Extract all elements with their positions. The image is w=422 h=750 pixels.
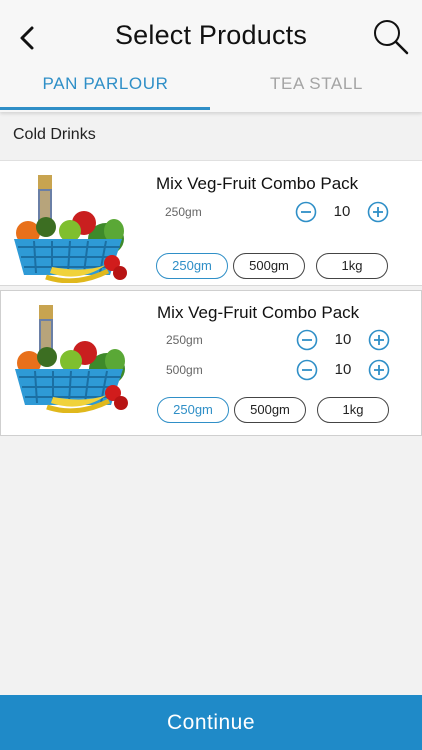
plus-circle-icon[interactable] xyxy=(368,359,390,381)
plus-circle-icon[interactable] xyxy=(367,201,389,223)
quantity-value: 10 xyxy=(333,203,351,220)
product-name: Mix Veg-Fruit Combo Pack xyxy=(156,174,359,193)
product-card: Mix Veg-Fruit Combo Pack 250gm 10 250gm … xyxy=(0,160,422,286)
page-title: Select Products xyxy=(114,20,308,50)
size-option-500gm[interactable]: 500gm xyxy=(233,253,305,279)
quantity-value: 10 xyxy=(334,331,352,348)
minus-circle-icon[interactable] xyxy=(296,329,318,351)
variant-row: 250gm 10 xyxy=(166,329,396,353)
plus-circle-icon[interactable] xyxy=(368,329,390,351)
minus-circle-icon[interactable] xyxy=(295,201,317,223)
minus-circle-icon[interactable] xyxy=(296,359,318,381)
category-tabs: PAN PARLOUR TEA STALL xyxy=(0,68,422,112)
variant-label: 250gm xyxy=(165,205,202,219)
product-image xyxy=(10,173,130,283)
tab-tea-stall[interactable]: TEA STALL xyxy=(211,68,422,112)
variant-row: 500gm 10 xyxy=(166,359,396,383)
quantity-value: 10 xyxy=(334,361,352,378)
size-option-250gm[interactable]: 250gm xyxy=(157,397,229,423)
search-icon xyxy=(374,20,409,55)
size-option-1kg[interactable]: 1kg xyxy=(317,397,389,423)
continue-button[interactable]: Continue xyxy=(0,695,422,750)
variant-label: 500gm xyxy=(166,363,203,377)
variant-row: 250gm 10 xyxy=(165,201,395,225)
app-header: Select Products PAN PARLOUR TEA STALL xyxy=(0,0,422,112)
variant-label: 250gm xyxy=(166,333,203,347)
product-card: Mix Veg-Fruit Combo Pack 250gm 10 500gm … xyxy=(0,290,422,436)
section-label: Cold Drinks xyxy=(13,126,96,143)
product-image xyxy=(11,303,131,413)
active-tab-indicator xyxy=(0,107,210,110)
tab-pan-parlour[interactable]: PAN PARLOUR xyxy=(0,68,211,112)
size-option-500gm[interactable]: 500gm xyxy=(234,397,306,423)
product-name: Mix Veg-Fruit Combo Pack xyxy=(157,303,360,322)
size-option-250gm[interactable]: 250gm xyxy=(156,253,228,279)
search-button[interactable] xyxy=(372,18,410,56)
size-option-1kg[interactable]: 1kg xyxy=(316,253,388,279)
